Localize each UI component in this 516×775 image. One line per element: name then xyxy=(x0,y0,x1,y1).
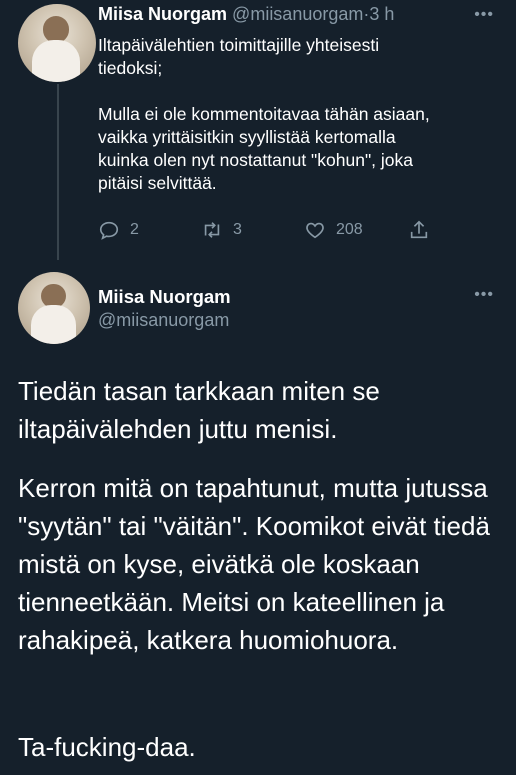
avatar[interactable] xyxy=(18,4,96,82)
reply-count: 2 xyxy=(130,221,139,238)
tweet-actions: 2 3 208 xyxy=(98,219,438,245)
tweet-text: Iltapäivälehtien toimittajille yhteisest… xyxy=(98,35,430,193)
thread-line xyxy=(57,84,59,260)
like-button[interactable]: 208 xyxy=(304,219,363,241)
retweet-count: 3 xyxy=(233,221,242,238)
avatar-photo-body xyxy=(30,305,76,344)
retweet-icon xyxy=(204,222,220,238)
share-icon xyxy=(410,220,428,239)
author-handle[interactable]: @miisanuorgam xyxy=(232,4,363,24)
more-icon[interactable]: ••• xyxy=(474,286,494,304)
author-handle[interactable]: @miisanuorgam xyxy=(98,310,229,331)
like-icon xyxy=(306,222,324,239)
tweet-header: Miisa Nuorgam @miisanuorgam·3 h xyxy=(98,4,394,25)
author-name[interactable]: Miisa Nuorgam xyxy=(98,4,227,24)
reply-icon xyxy=(99,221,119,240)
author-name[interactable]: Miisa Nuorgam xyxy=(98,286,231,308)
retweet-button[interactable]: 3 xyxy=(201,219,242,241)
share-button[interactable] xyxy=(408,219,430,241)
like-count: 208 xyxy=(336,221,363,238)
tweet-time[interactable]: 3 h xyxy=(369,4,394,24)
tweet-paragraph: Ta-fucking-daa. xyxy=(18,732,196,762)
reply-button[interactable]: 2 xyxy=(98,219,139,241)
avatar-photo-body xyxy=(32,39,81,82)
avatar[interactable] xyxy=(18,272,90,344)
tweet-paragraph: Tiedän tasan tarkkaan miten se iltapäivä… xyxy=(18,376,380,444)
tweet-paragraph: Kerron mitä on tapahtunut, mutta jutussa… xyxy=(18,473,490,655)
more-icon[interactable]: ••• xyxy=(474,6,494,24)
